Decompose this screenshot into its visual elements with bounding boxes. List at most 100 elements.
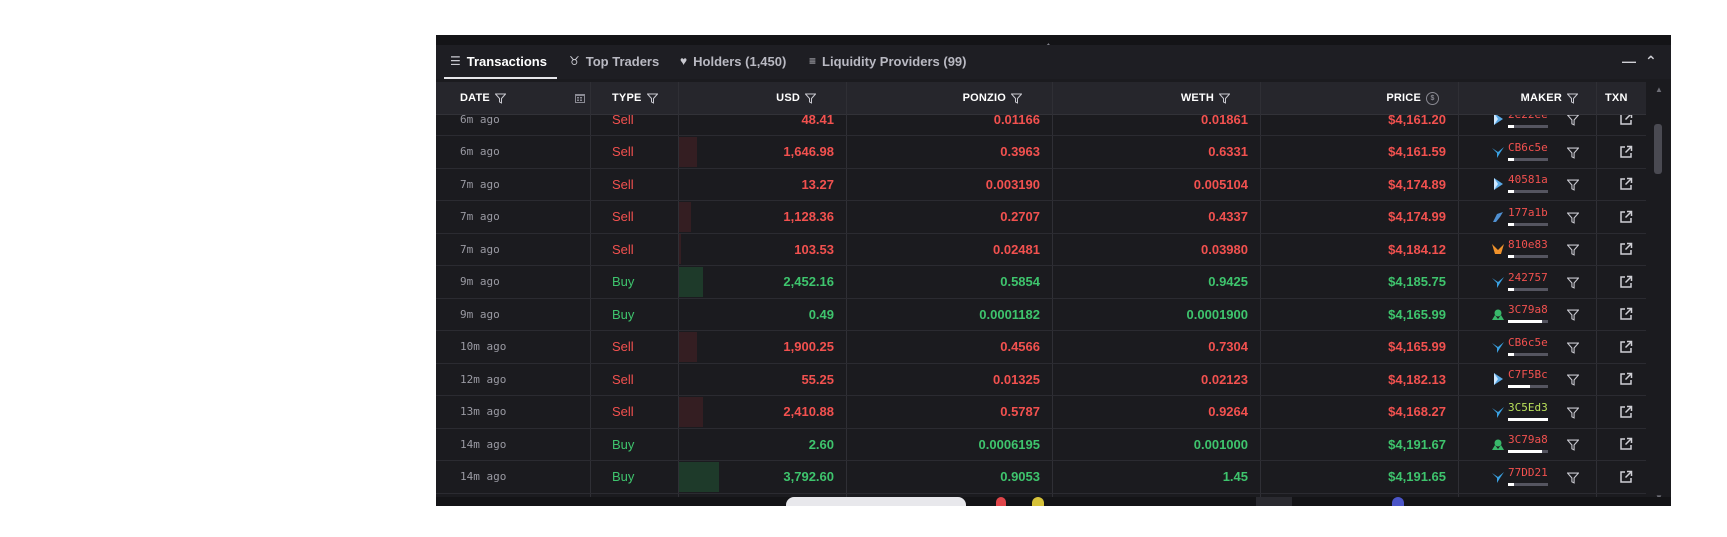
external-link-icon[interactable] [1619,242,1633,256]
external-link-icon[interactable] [1619,372,1633,386]
maker-badge[interactable]: 77DD21 [1491,461,1556,493]
filter-icon[interactable] [1566,146,1580,164]
row-weth: 1.45 [1222,469,1248,484]
filter-icon[interactable] [805,93,816,104]
filter-icon[interactable] [646,93,658,104]
maker-badge[interactable]: 177a1b [1491,201,1556,233]
maker-badge[interactable]: 3C5Ed3 [1491,396,1556,428]
maker-badge[interactable]: 810e83 [1491,233,1556,265]
maker-address[interactable]: CB6c5e [1508,141,1548,154]
filter-icon[interactable] [1566,471,1580,489]
row-date: 13m ago [460,405,507,418]
table-row[interactable]: 14m ago Buy 2.60 0.0006195 0.001000 $4,191.67… [436,428,1646,461]
filter-icon[interactable] [1566,373,1580,391]
minimize-icon[interactable]: — [1622,53,1636,69]
filter-icon[interactable] [1566,341,1580,359]
filter-icon[interactable] [1011,93,1022,104]
table-row[interactable]: 10m ago Sell 1,900.25 0.4566 0.7304 $4,165.99… [436,331,1646,364]
maker-address[interactable]: 3C79a8 [1508,433,1548,446]
tab-holders-label: Holders (1,450) [693,53,787,69]
row-ponzio: 0.3963 [1000,144,1040,159]
tab-transactions[interactable]: ☰ Transactions [444,45,557,79]
external-link-icon[interactable] [1619,340,1633,354]
maker-holding-bar [1508,450,1548,453]
usd-volume-bar [679,234,681,264]
bird-icon [1491,470,1505,484]
table-row[interactable]: 14m ago Buy 3,792.60 0.9053 1.45 $4,191.65 77D… [436,461,1646,494]
row-type: Sell [612,176,634,192]
maker-badge[interactable]: 242757 [1491,266,1556,298]
table-row[interactable]: 12m ago Sell 55.25 0.01325 0.02123 $4,182.13 C… [436,363,1646,396]
external-link-icon[interactable] [1619,115,1633,126]
filter-icon[interactable] [1567,93,1578,104]
maker-address[interactable]: CB6c5e [1508,336,1548,349]
tab-holders[interactable]: ♥ Holders (1,450) [680,45,786,77]
vertical-scrollbar[interactable]: ▲ ▼ [1646,82,1671,506]
maker-address[interactable]: 810e83 [1508,238,1548,251]
maker-address[interactable]: 77DD21 [1508,466,1548,479]
maker-badge[interactable]: 3C79a8 [1491,298,1556,330]
table-row[interactable]: 6m ago Sell 1,646.98 0.3963 0.6331 $4,161.59 C… [436,136,1646,169]
tab-liquidity-providers[interactable]: ≡ Liquidity Providers (99) [809,45,967,77]
maker-badge[interactable]: 2e22ee [1491,115,1556,135]
filter-icon[interactable] [1566,243,1580,261]
header-weth[interactable]: WETH [1056,82,1230,114]
row-type: Sell [612,209,634,224]
filter-icon[interactable] [1566,406,1580,424]
external-link-icon[interactable] [1619,405,1633,419]
filter-icon[interactable] [1566,178,1580,196]
filter-icon[interactable] [1566,115,1580,131]
filter-icon[interactable] [1566,276,1580,294]
maker-address[interactable]: 242757 [1508,271,1548,284]
table-row[interactable]: 7m ago Sell 1,128.36 0.2707 0.4337 $4,174.99 1… [436,201,1646,234]
header-maker[interactable]: MAKER [1446,82,1578,114]
maker-badge[interactable]: CB6c5e [1491,136,1556,168]
collapse-chevrons-icon[interactable]: ⌃ [1645,53,1657,70]
table-row[interactable]: 7m ago Sell 103.53 0.02481 0.03980 $4,184.12 8… [436,233,1646,266]
maker-badge[interactable]: C7F5Bc [1491,363,1556,395]
external-link-icon[interactable] [1619,307,1633,321]
filter-icon[interactable] [1566,211,1580,229]
table-row[interactable]: 9m ago Buy 0.49 0.0001182 0.0001900 $4,165.99… [436,298,1646,331]
maker-address[interactable]: 2e22ee [1508,115,1548,121]
row-type: Buy [612,436,635,452]
currency-toggle-icon[interactable]: $ [1426,91,1439,105]
header-price[interactable]: PRICE $ [1266,82,1439,114]
external-link-icon[interactable] [1619,470,1633,484]
maker-holding-bar [1508,222,1548,226]
row-usd: 2,452.16 [783,274,834,289]
external-link-icon[interactable] [1619,145,1633,159]
maker-address[interactable]: 177a1b [1508,206,1548,219]
row-weth: 0.0001900 [1186,306,1248,322]
filter-icon[interactable] [1566,308,1580,326]
usd-volume-bar [679,201,691,232]
header-ponzio[interactable]: PONZIO [846,82,1022,114]
table-row[interactable]: 6m ago Sell 48.41 0.01166 0.01861 $4,161.20 2e… [436,115,1646,136]
table-row[interactable]: 9m ago Buy 2,452.16 0.5854 0.9425 $4,185.75 24… [436,266,1646,299]
scrollbar-thumb[interactable] [1654,124,1662,174]
maker-address[interactable]: C7F5Bc [1508,368,1548,381]
header-usd[interactable]: USD [696,82,816,114]
maker-address[interactable]: 3C5Ed3 [1508,401,1548,414]
row-price: $4,168.27 [1388,404,1446,419]
tab-top-traders[interactable]: ♉ Top Traders [569,45,659,77]
row-weth: 0.9425 [1208,274,1248,289]
table-row[interactable]: 13m ago Sell 2,410.88 0.5787 0.9264 $4,168.27… [436,396,1646,429]
external-link-icon[interactable] [1619,275,1633,289]
table-row[interactable]: 7m ago Sell 13.27 0.003190 0.005104 $4,174.89… [436,168,1646,201]
filter-icon[interactable] [1219,93,1230,104]
header-date[interactable]: DATE [460,82,506,114]
scroll-up-icon[interactable]: ▲ [1655,85,1663,94]
external-link-icon[interactable] [1619,177,1633,191]
maker-address[interactable]: 3C79a8 [1508,303,1548,316]
maker-badge[interactable]: 3C79a8 [1491,428,1556,460]
maker-badge[interactable]: 40581a [1491,168,1556,200]
external-link-icon[interactable] [1619,210,1633,224]
maker-badge[interactable]: CB6c5e [1491,331,1556,363]
external-link-icon[interactable] [1619,437,1633,451]
filter-icon[interactable] [1566,438,1580,456]
calendar-icon[interactable] [574,82,586,114]
maker-address[interactable]: 40581a [1508,173,1548,186]
header-type[interactable]: TYPE [612,82,658,114]
filter-icon[interactable] [494,93,506,104]
